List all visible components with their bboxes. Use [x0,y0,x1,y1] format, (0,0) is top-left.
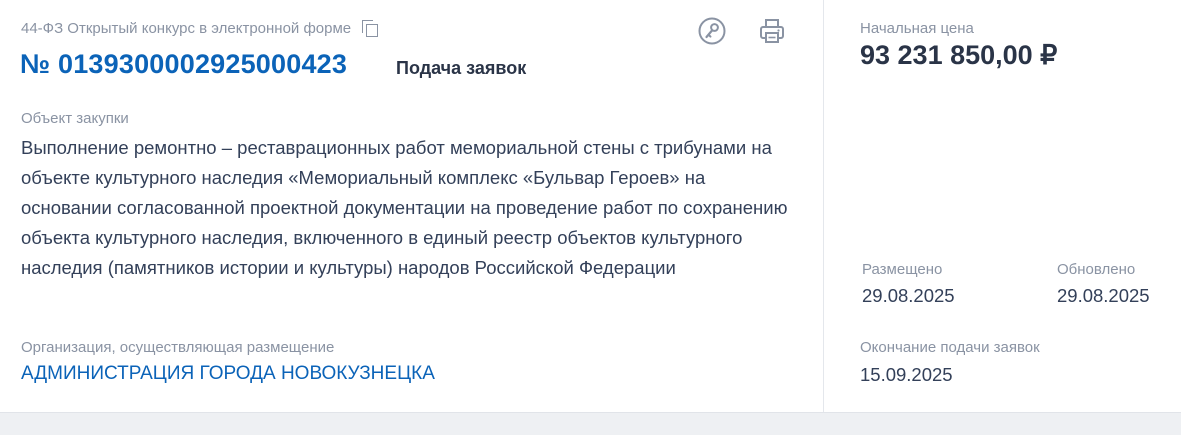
organization-label: Организация, осуществляющая размещение [21,339,335,356]
initial-price: 93 231 850,00 ₽ [860,40,1058,70]
key-icon[interactable] [697,16,727,46]
initial-price-label: Начальная цена [860,20,974,37]
procurement-card: 44-ФЗ Открытый конкурс в электронной фор… [0,0,1181,412]
status-badge: Подача заявок [396,58,527,78]
deadline-date: 15.09.2025 [860,364,953,385]
object-label: Объект закупки [21,110,129,127]
copy-icon[interactable] [361,19,380,38]
column-divider [823,0,824,412]
organization-link[interactable]: АДМИНИСТРАЦИЯ ГОРОДА НОВОКУЗНЕЦКА [21,363,435,385]
updated-label: Обновлено [1057,261,1136,278]
object-description: Выполнение ремонтно – реставрационных ра… [21,137,788,278]
updated-date: 29.08.2025 [1057,285,1150,306]
registry-number-link[interactable]: № 0139300002925000423 [20,49,347,80]
deadline-label: Окончание подачи заявок [860,339,1040,356]
page-background-strip [0,412,1181,435]
posted-date: 29.08.2025 [862,285,955,306]
procurement-type-line: 44-ФЗ Открытый конкурс в электронной фор… [21,19,380,38]
printer-icon[interactable] [757,16,787,46]
procurement-type: 44-ФЗ Открытый конкурс в электронной фор… [21,20,352,37]
posted-label: Размещено [862,261,943,278]
